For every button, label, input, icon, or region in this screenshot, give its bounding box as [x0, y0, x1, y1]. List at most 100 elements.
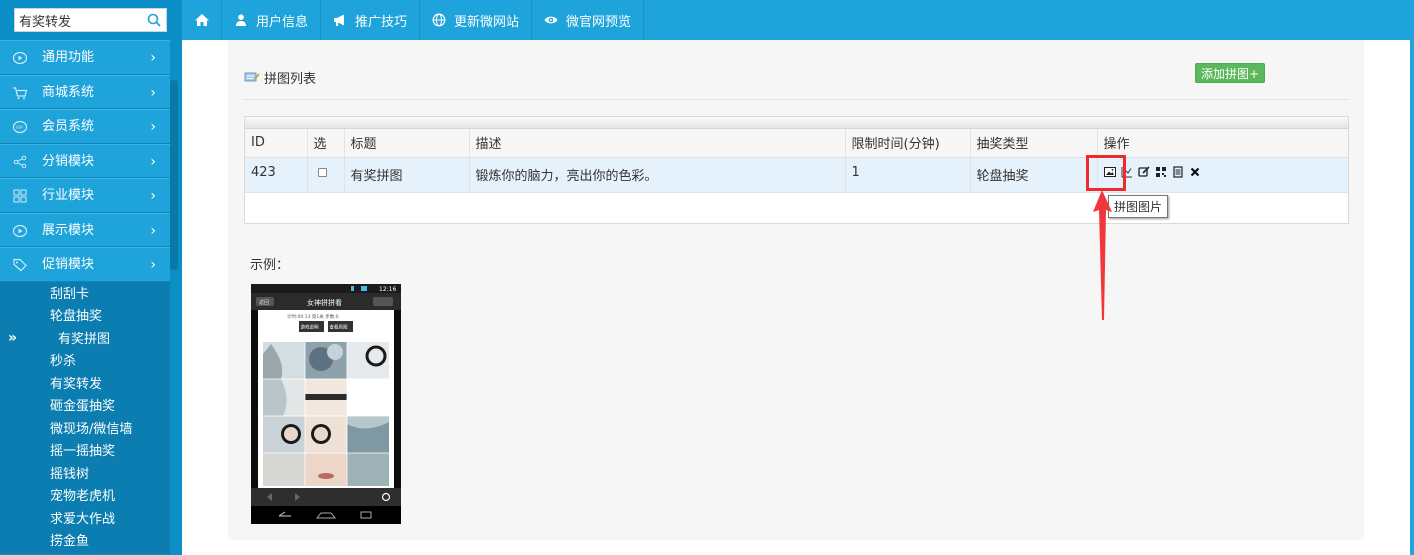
play-circle-icon [12, 51, 28, 65]
row-actions [1103, 165, 1343, 178]
phone-view-original-button: 查看原图 [330, 324, 348, 331]
megaphone-icon [334, 14, 345, 26]
add-puzzle-button[interactable]: 添加拼图+ [1195, 63, 1266, 83]
chevron-right-icon: › [150, 222, 156, 239]
row-checkbox[interactable] [317, 167, 327, 177]
sidebar-menu: 通用功能 › 商城系统 › VIP 会员系统 › 分销模块 › 行业模块 › 展… [0, 40, 182, 282]
submenu-item-scratch-card[interactable]: 刮刮卡 [0, 284, 170, 307]
submenu-item-money-tree[interactable]: 摇钱树 [0, 464, 170, 487]
col-header-lottery-type: 抽奖类型 [970, 129, 1098, 158]
chevron-right-icon: › [150, 153, 156, 170]
submenu-item-love-battle[interactable]: 求爱大作战 [0, 509, 170, 532]
submenu-item-golden-egg[interactable]: 砸金蛋抽奖 [0, 396, 170, 419]
top-nav: 用户信息 推广技巧 更新微网站 微官网预览 [182, 0, 1414, 40]
search-input[interactable] [15, 9, 166, 31]
share-icon [13, 155, 27, 168]
sidebar-item-promotion[interactable]: 促销模块 › [0, 247, 170, 282]
sidebar-item-label: 商城系统 [42, 84, 95, 100]
sidebar-item-label: 分销模块 [42, 153, 95, 169]
nav-promotion-tips-label: 推广技巧 [355, 14, 408, 30]
sidebar-item-label: 会员系统 [42, 119, 95, 134]
sidebar-item-display[interactable]: 展示模块 › [0, 212, 170, 247]
main-content: 拼图列表 添加拼图+ ID 选 标题 描述 限制时间(分钟) 抽奖类型 操作 4… [228, 40, 1364, 540]
user-icon [236, 14, 246, 26]
highlight-box [1086, 155, 1126, 191]
sidebar-item-general[interactable]: 通用功能 › [0, 40, 170, 75]
sidebar-item-distribution[interactable]: 分销模块 › [0, 143, 170, 178]
promotion-submenu: 刮刮卡 轮盘抽奖 有奖拼图 秒杀 有奖转发 砸金蛋抽奖 微现场/微信墙 摇一摇抽… [0, 281, 170, 554]
col-header-description: 描述 [469, 129, 846, 158]
chevron-right-icon: › [150, 50, 156, 66]
svg-text:VIP: VIP [16, 125, 23, 131]
cell-time-limit: 1 [845, 157, 971, 193]
nav-update-microsite[interactable]: 更新微网站 [420, 0, 533, 40]
chevron-right-icon: › [150, 119, 156, 135]
search-icon[interactable] [147, 13, 161, 27]
nav-update-microsite-label: 更新微网站 [454, 14, 520, 30]
col-header-actions: 操作 [1097, 129, 1348, 158]
submenu-item-wechat-wall[interactable]: 微现场/微信墙 [0, 419, 170, 442]
sidebar-item-label: 通用功能 [42, 50, 95, 65]
home-icon [194, 14, 209, 26]
phone-stats: 计时:00:13 第1关 步数:0 [287, 313, 339, 320]
cell-select [307, 157, 345, 193]
edit-icon[interactable] [1137, 165, 1150, 178]
sidebar-scrollbar[interactable] [170, 80, 178, 270]
col-header-select: 选 [307, 129, 345, 158]
phone-time: 12:16 [379, 286, 396, 293]
cell-title: 有奖拼图 [344, 157, 470, 193]
submenu-item-wheel-lottery[interactable]: 轮盘抽奖 [0, 306, 170, 329]
submenu-item-flash-sale[interactable]: 秒杀 [0, 351, 170, 374]
document-icon[interactable] [1172, 165, 1184, 178]
submenu-item-shake-lottery[interactable]: 摇一摇抽奖 [0, 441, 170, 464]
eye-icon [544, 16, 558, 24]
grid-icon [13, 189, 27, 203]
cart-icon [13, 86, 28, 99]
home-button[interactable] [182, 0, 222, 40]
cell-description: 锻炼你的脑力，亮出你的色彩。 [469, 157, 846, 193]
cell-lottery-type: 轮盘抽奖 [970, 157, 1098, 193]
table-toolbar [245, 117, 1348, 129]
vip-icon: VIP [12, 120, 28, 134]
qrcode-icon[interactable] [1155, 166, 1167, 178]
submenu-item-puzzle[interactable]: 有奖拼图 [0, 329, 170, 352]
sidebar-item-mall[interactable]: 商城系统 › [0, 74, 170, 109]
nav-user-info[interactable]: 用户信息 [222, 0, 322, 40]
page-title: 拼图列表 [264, 71, 317, 87]
nav-user-info-label: 用户信息 [256, 14, 309, 30]
sidebar-item-industry[interactable]: 行业模块 › [0, 178, 170, 213]
col-header-time-limit: 限制时间(分钟) [845, 129, 971, 158]
divider [244, 99, 1349, 100]
nav-site-preview[interactable]: 微官网预览 [532, 0, 645, 40]
panel-header: 拼图列表 [244, 66, 316, 88]
sidebar-item-member[interactable]: VIP 会员系统 › [0, 109, 170, 144]
sidebar: 通用功能 › 商城系统 › VIP 会员系统 › 分销模块 › 行业模块 › 展… [0, 0, 182, 555]
sidebar-item-label: 行业模块 [42, 188, 95, 203]
phone-title: 女神拼拼看 [307, 298, 342, 307]
col-header-id: ID [245, 129, 308, 158]
table-row: 423 有奖拼图 锻炼你的脑力，亮出你的色彩。 1 轮盘抽奖 [245, 157, 1348, 193]
tag-icon [13, 258, 27, 272]
cell-actions [1097, 157, 1348, 193]
phone-preview-image: 12:16 返回 女神拼拼看 计时:00:13 第1关 步数:0 游戏说明 查看… [251, 284, 401, 524]
sidebar-item-label: 促销模块 [42, 257, 95, 272]
right-edge-bar [1410, 0, 1414, 555]
play-circle-icon [12, 224, 28, 237]
nav-site-preview-label: 微官网预览 [566, 14, 632, 30]
phone-back-label: 返回 [259, 299, 269, 306]
submenu-item-goldfish[interactable]: 捞金鱼 [0, 531, 170, 554]
sidebar-item-label: 展示模块 [42, 222, 95, 238]
puzzle-table: ID 选 标题 描述 限制时间(分钟) 抽奖类型 操作 423 有奖拼图 锻炼你… [245, 129, 1348, 193]
phone-game-info-button: 游戏说明 [301, 324, 319, 331]
nav-promotion-tips[interactable]: 推广技巧 [321, 0, 421, 40]
col-header-title: 标题 [344, 129, 470, 158]
puzzle-table-container: ID 选 标题 描述 限制时间(分钟) 抽奖类型 操作 423 有奖拼图 锻炼你… [244, 116, 1349, 224]
top-navbar: 用户信息 推广技巧 更新微网站 微官网预览 [182, 0, 1414, 40]
list-icon [244, 72, 260, 82]
red-arrow-annotation [1093, 190, 1112, 320]
cell-id: 423 [245, 157, 308, 193]
collapse-sidebar-button[interactable]: » [8, 330, 17, 346]
submenu-item-reward-share[interactable]: 有奖转发 [0, 374, 170, 397]
submenu-item-pet-slots[interactable]: 宠物老虎机 [0, 486, 170, 509]
delete-icon[interactable] [1189, 166, 1201, 178]
